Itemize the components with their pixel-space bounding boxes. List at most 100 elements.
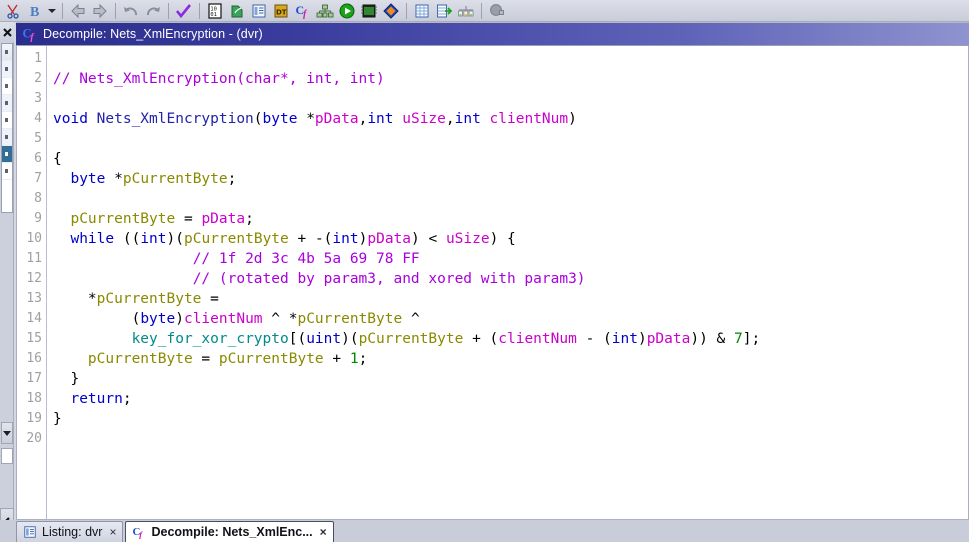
redo-icon[interactable] [142, 1, 164, 21]
tab-active[interactable]: Cf Decompile: Nets_XmlEnc... × [125, 521, 334, 542]
code-token: ; [227, 171, 237, 187]
decompiled-code[interactable]: // Nets_XmlEncryption(char*, int, int) v… [47, 46, 968, 519]
close-icon[interactable] [0, 22, 14, 42]
minimap-row[interactable] [2, 44, 12, 61]
code-line[interactable]: { [53, 149, 968, 169]
cut-icon[interactable] [2, 1, 24, 21]
listing-icon [23, 525, 37, 539]
code-token: ; [358, 351, 368, 367]
code-line[interactable]: return; [53, 389, 968, 409]
code-line[interactable]: void Nets_XmlEncryption(byte *pData,int … [53, 109, 968, 129]
dropdown-caret-icon[interactable] [46, 1, 58, 21]
minimap-row[interactable] [2, 95, 12, 112]
code-token: )) & [690, 331, 735, 347]
forward-arrow-icon[interactable] [89, 1, 111, 21]
code-line[interactable] [53, 429, 968, 449]
bytes-viewer-icon[interactable]: 10 01 [204, 1, 226, 21]
checkmark-icon[interactable] [173, 1, 195, 21]
bold-b-icon[interactable]: B [24, 1, 46, 21]
tab-close-icon[interactable]: × [320, 525, 327, 539]
table-icon[interactable] [411, 1, 433, 21]
minimap-row[interactable] [2, 61, 12, 78]
code-token: // (rotated by param3, and xored with pa… [192, 271, 586, 287]
code-token: int [611, 331, 638, 347]
code-token: ( [253, 111, 263, 127]
minimap-marker [5, 67, 8, 71]
code-token: key_for_xor_crypto [131, 331, 289, 347]
window-titlebar[interactable]: C f Decompile: Nets_XmlEncryption - (dvr… [16, 23, 969, 46]
code-token: = [175, 211, 202, 227]
data-type-manager-icon[interactable]: DT [270, 1, 292, 21]
code-token: * [53, 291, 97, 307]
code-token: int [140, 231, 167, 247]
code-viewport[interactable]: 1 2 3 4 5 6 7 8 9 10 11 12 13 14 15 16 17 18 19 20 // Nets_… [16, 46, 969, 520]
code-line[interactable]: while ((int)(pCurrentByte + -(int)pData)… [53, 229, 968, 249]
code-line[interactable]: // Nets_XmlEncryption(char*, int, int) [53, 69, 968, 89]
code-line[interactable]: pCurrentByte = pCurrentByte + 1; [53, 349, 968, 369]
undo-icon[interactable] [120, 1, 142, 21]
code-line[interactable]: } [53, 369, 968, 389]
run-icon[interactable] [336, 1, 358, 21]
code-token: * [114, 171, 123, 187]
code-token: uSize [402, 111, 446, 127]
code-line[interactable]: } [53, 409, 968, 429]
export-icon[interactable] [226, 1, 248, 21]
code-line[interactable]: pCurrentByte = pData; [53, 209, 968, 229]
code-token: pCurrentByte [96, 291, 202, 307]
line-number: 15 [26, 331, 42, 346]
ghidra-decompiler-window: B 10 01 DT C f C f Decompile: Nets_XmlEn… [0, 0, 969, 542]
code-line[interactable]: (byte)clientNum ^ *pCurrentByte ^ [53, 309, 968, 329]
relocation-icon[interactable] [455, 1, 477, 21]
line-number: 9 [34, 211, 42, 226]
code-line[interactable]: key_for_xor_crypto[(uint)(pCurrentByte +… [53, 329, 968, 349]
memory-map-icon[interactable] [358, 1, 380, 21]
decompiler-icon[interactable]: C f [292, 1, 314, 21]
code-line[interactable]: *pCurrentByte = [53, 289, 968, 309]
line-number: 19 [26, 411, 42, 426]
svg-text:f: f [30, 33, 35, 43]
code-token: * [306, 111, 315, 127]
minimap-row[interactable] [2, 129, 12, 146]
tab-inactive[interactable]: Listing: dvr × [16, 521, 124, 542]
minimap-row-selected[interactable] [2, 146, 12, 163]
code-token: pCurrentByte [184, 231, 289, 247]
back-arrow-icon[interactable] [67, 1, 89, 21]
code-line[interactable]: // (rotated by param3, and xored with pa… [53, 269, 968, 289]
left-rail [0, 22, 14, 538]
code-line[interactable] [53, 49, 968, 69]
export-table-icon[interactable] [433, 1, 455, 21]
code-line[interactable]: byte *pCurrentByte; [53, 169, 968, 189]
listing-icon[interactable] [248, 1, 270, 21]
code-line[interactable] [53, 129, 968, 149]
code-token: pCurrentByte [358, 331, 464, 347]
code-token: byte [70, 171, 115, 187]
code-token: ) [175, 311, 184, 327]
diamond-icon[interactable] [380, 1, 402, 21]
tab-label: Decompile: Nets_XmlEnc... [151, 525, 313, 539]
function-graph-icon[interactable] [314, 1, 336, 21]
code-token: ( [53, 311, 141, 327]
minimap-marker [5, 169, 8, 173]
code-token: pData [201, 211, 246, 227]
code-line[interactable] [53, 189, 968, 209]
minimap-row[interactable] [2, 163, 12, 180]
line-number: 5 [34, 131, 42, 146]
code-token: - ( [576, 331, 612, 347]
minimap-row[interactable] [2, 112, 12, 129]
code-line[interactable]: // 1f 2d 3c 4b 5a 69 78 FF [53, 249, 968, 269]
tab-close-icon[interactable]: × [109, 525, 116, 539]
scroll-down-button[interactable] [1, 422, 13, 444]
toolbar-separator [406, 2, 407, 19]
toolbar-separator [62, 2, 63, 19]
code-token: pCurrentByte [70, 211, 176, 227]
code-line[interactable] [53, 89, 968, 109]
code-token: clientNum [498, 331, 577, 347]
minimap-row[interactable] [2, 78, 12, 95]
overview-minimap[interactable] [1, 43, 13, 213]
plugin-icon[interactable] [486, 1, 508, 21]
code-token: )( [166, 231, 184, 247]
code-token: { [53, 151, 62, 167]
line-number: 11 [26, 251, 42, 266]
line-number: 14 [26, 311, 42, 326]
